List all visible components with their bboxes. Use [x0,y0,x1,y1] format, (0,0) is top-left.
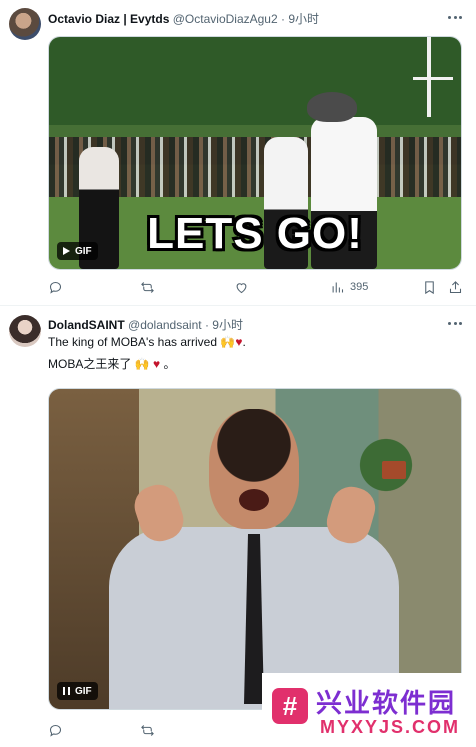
retweet-button[interactable] [140,720,155,740]
timestamp[interactable]: 9小时 [212,318,243,332]
red-heart-emoji: ♥ [152,357,161,371]
retweet-button[interactable] [140,277,155,297]
tweet-header: DolandSAINT @dolandsaint · 9小时 [48,316,243,333]
share-icon [449,280,462,293]
watermark-title: 兴业软件园 [316,689,457,719]
user-handle[interactable]: @OctavioDiazAgu2 [173,12,278,26]
user-handle[interactable]: @dolandsaint [128,318,202,332]
more-options-icon[interactable] [448,320,462,326]
retweet-icon [141,724,154,736]
gif-badge[interactable]: GIF [57,242,98,260]
display-name[interactable]: DolandSAINT [48,318,125,332]
reply-button[interactable] [48,720,63,740]
tweet-text-line: The king of MOBA's has arrived 🙌♥. [48,334,246,351]
timestamp[interactable]: 9小时 [288,12,319,26]
bookmark-icon [425,280,434,294]
tweet-1[interactable]: Octavio Diaz | Evytds @OctavioDiazAgu2 ·… [0,0,476,306]
tweet-text-end: . [242,335,246,349]
reply-icon [49,281,62,294]
gif-label: GIF [75,685,92,697]
tweet-text: MOBA之王来了 [48,357,132,371]
hat [307,92,357,122]
person [109,409,399,709]
reply-button[interactable] [48,277,63,297]
tweet-text: The king of MOBA's has arrived [48,335,218,349]
like-button[interactable] [234,277,249,297]
action-bar: 395 [48,277,466,297]
more-options-icon[interactable] [448,14,462,20]
watermark-logo: # [272,688,308,724]
gif-frame: LETS GO! [49,37,461,269]
heart-icon [236,282,247,293]
gif-media[interactable]: LETS GO! GIF [48,36,462,270]
views-button[interactable]: 395 [330,277,368,297]
reply-icon [49,724,62,737]
separator: · [281,12,285,26]
avatar[interactable] [9,315,41,347]
pause-icon[interactable] [63,687,70,695]
bookmark-button[interactable] [422,277,437,297]
share-button[interactable] [448,277,463,297]
separator: · [204,318,209,332]
retweet-icon [141,281,154,293]
head [209,409,299,529]
avatar[interactable] [9,8,41,40]
views-count: 395 [350,281,369,293]
gif-media[interactable]: GIF [48,388,462,710]
raised-hands-emoji: 🙌 [134,357,150,371]
views-icon [332,282,344,292]
gif-label: GIF [75,245,92,257]
goalpost-bar [413,77,453,80]
tweet-text-end: 。 [163,357,176,371]
mouth [239,489,269,511]
site-watermark: # 兴业软件园 MYXYJS.COM [262,673,476,747]
tweet-text-line: MOBA之王来了 🙌 ♥ 。 [48,356,175,373]
gif-badge[interactable]: GIF [57,682,98,700]
display-name[interactable]: Octavio Diaz | Evytds [48,12,169,26]
play-icon[interactable] [63,247,70,255]
raised-hands-emoji: 🙌 [220,335,236,349]
gif-caption: LETS GO! [147,209,363,258]
tweet-header: Octavio Diaz | Evytds @OctavioDiazAgu2 ·… [48,10,319,27]
plant-pot [382,461,406,479]
gif-frame [49,389,461,709]
watermark-url: MYXYJS.COM [320,717,461,737]
